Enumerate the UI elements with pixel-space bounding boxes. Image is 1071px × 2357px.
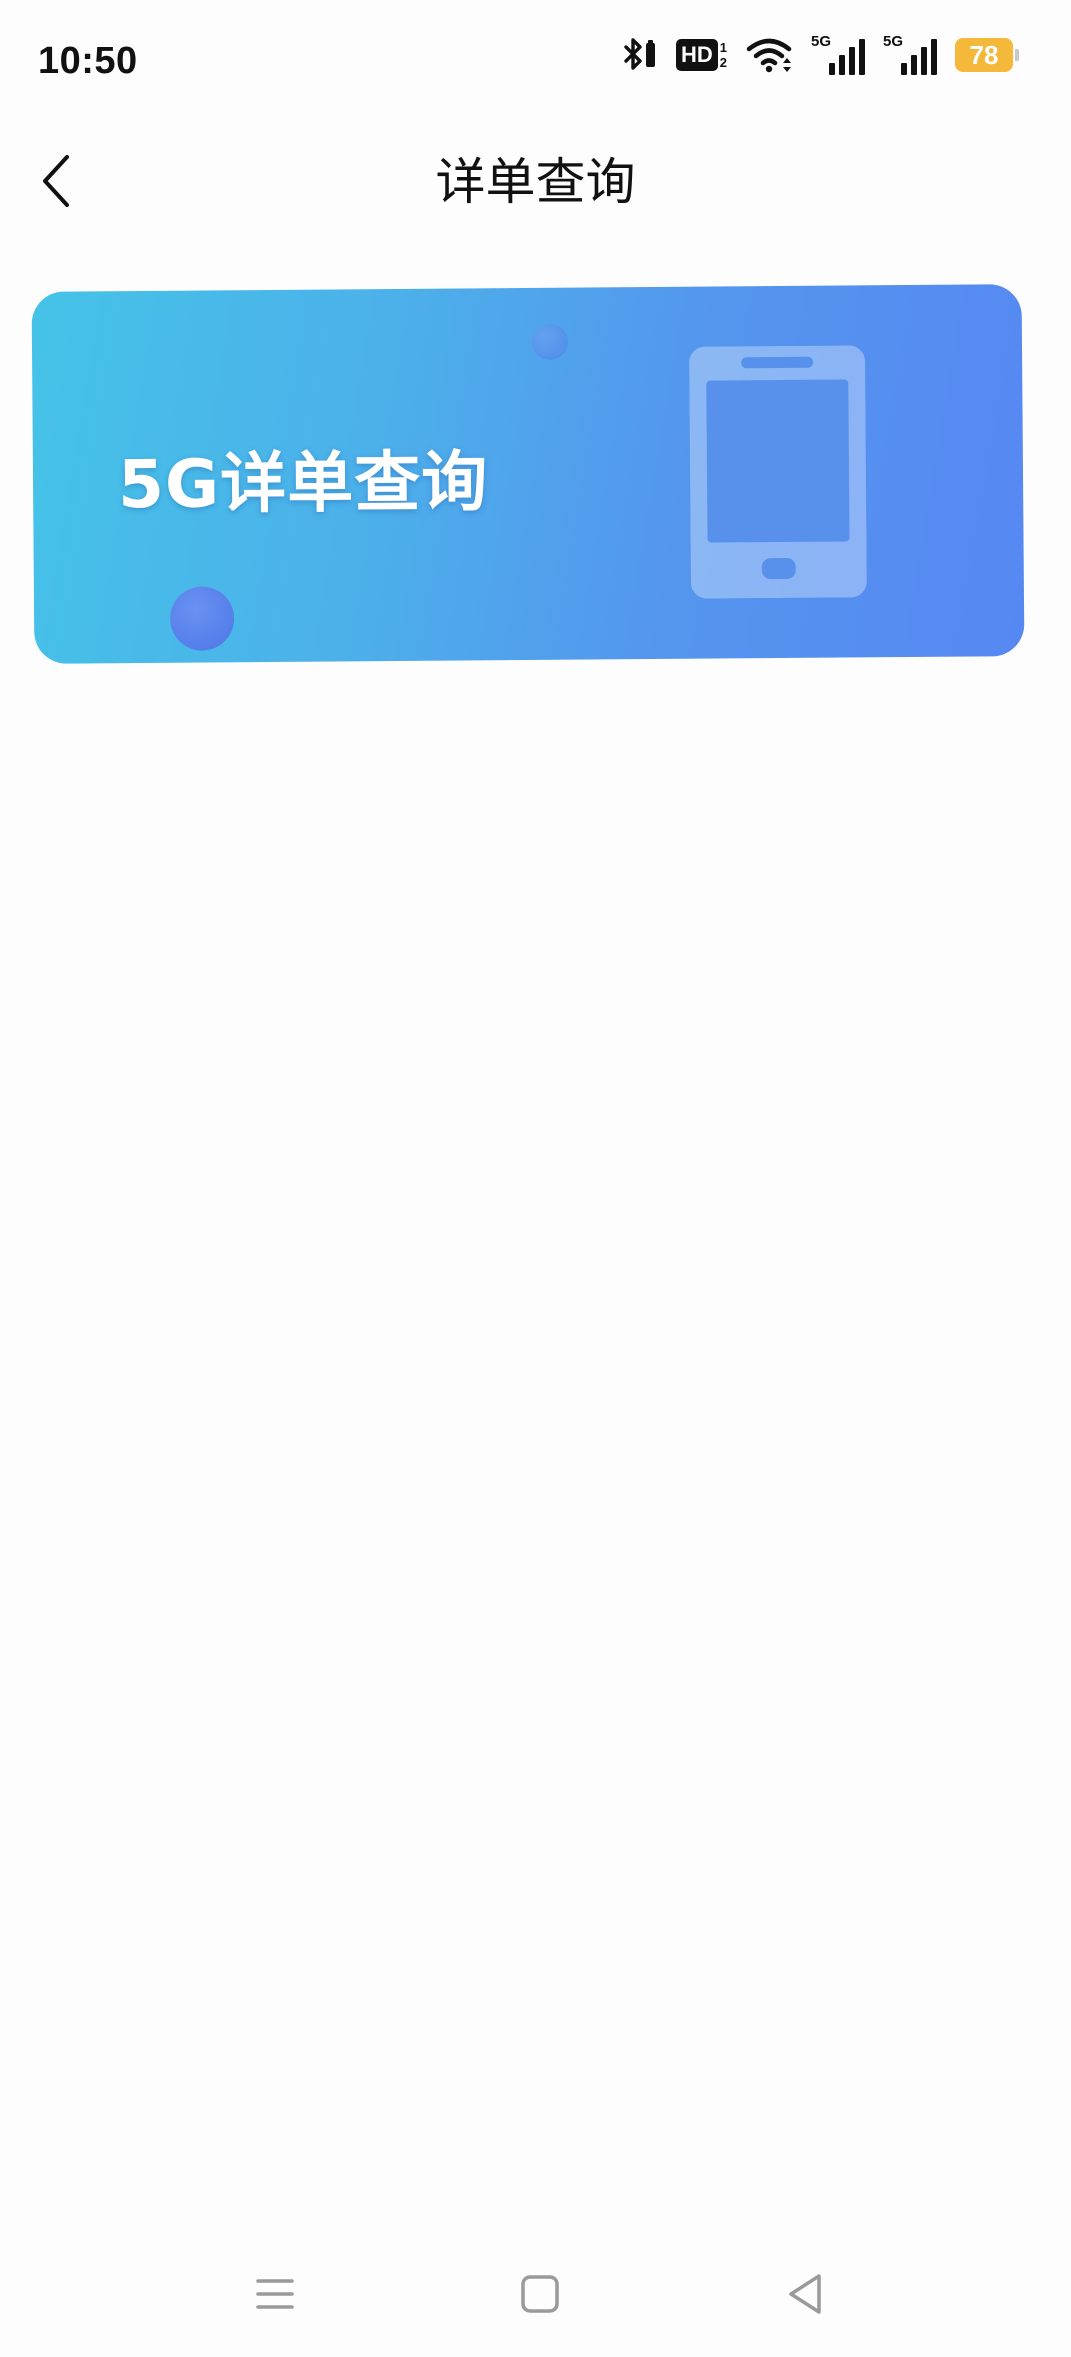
- back-triangle-icon: [785, 2272, 825, 2320]
- signal-1-label: 5G: [811, 33, 832, 50]
- header-bar: 详单查询: [0, 130, 1071, 240]
- nav-home-button[interactable]: [505, 2261, 575, 2331]
- banner-title: 5G详单查询: [117, 443, 489, 524]
- decorative-bubble: [169, 586, 235, 651]
- signal-icon: 5G: [883, 33, 937, 77]
- hd-label: HD: [675, 39, 718, 71]
- battery-icon: 78: [955, 38, 1019, 72]
- page-title: 详单查询: [435, 153, 636, 211]
- signal-icon: 5G: [811, 33, 865, 77]
- battery-level: 78: [955, 38, 1013, 72]
- menu-icon: [255, 2276, 295, 2316]
- signal-2-bars: [901, 39, 937, 75]
- signal-2-label: 5G: [883, 33, 904, 50]
- nav-menu-button[interactable]: [240, 2261, 310, 2331]
- hd-sim-bottom: 2: [719, 55, 727, 70]
- status-bar: 10:50 HD 1 2 5G 5G 78: [0, 0, 1071, 120]
- decorative-bubble: [531, 323, 569, 360]
- bluetooth-icon: [620, 35, 658, 75]
- status-time: 10:50: [38, 40, 138, 82]
- system-nav-bar: [0, 2247, 1071, 2357]
- 5g-detail-query-banner[interactable]: 5G详单查询: [31, 284, 1025, 664]
- phone-icon: [689, 345, 867, 602]
- nav-back-button[interactable]: [770, 2261, 840, 2331]
- wifi-icon: [745, 35, 793, 75]
- hd-icon: HD 1 2: [675, 39, 727, 71]
- hd-sim-top: 1: [719, 40, 727, 55]
- signal-1-bars: [829, 39, 865, 75]
- home-icon: [520, 2274, 560, 2318]
- hd-sim-numbers: 1 2: [720, 40, 727, 70]
- status-icons: HD 1 2 5G 5G 78: [620, 30, 1019, 80]
- battery-tip: [1015, 49, 1019, 61]
